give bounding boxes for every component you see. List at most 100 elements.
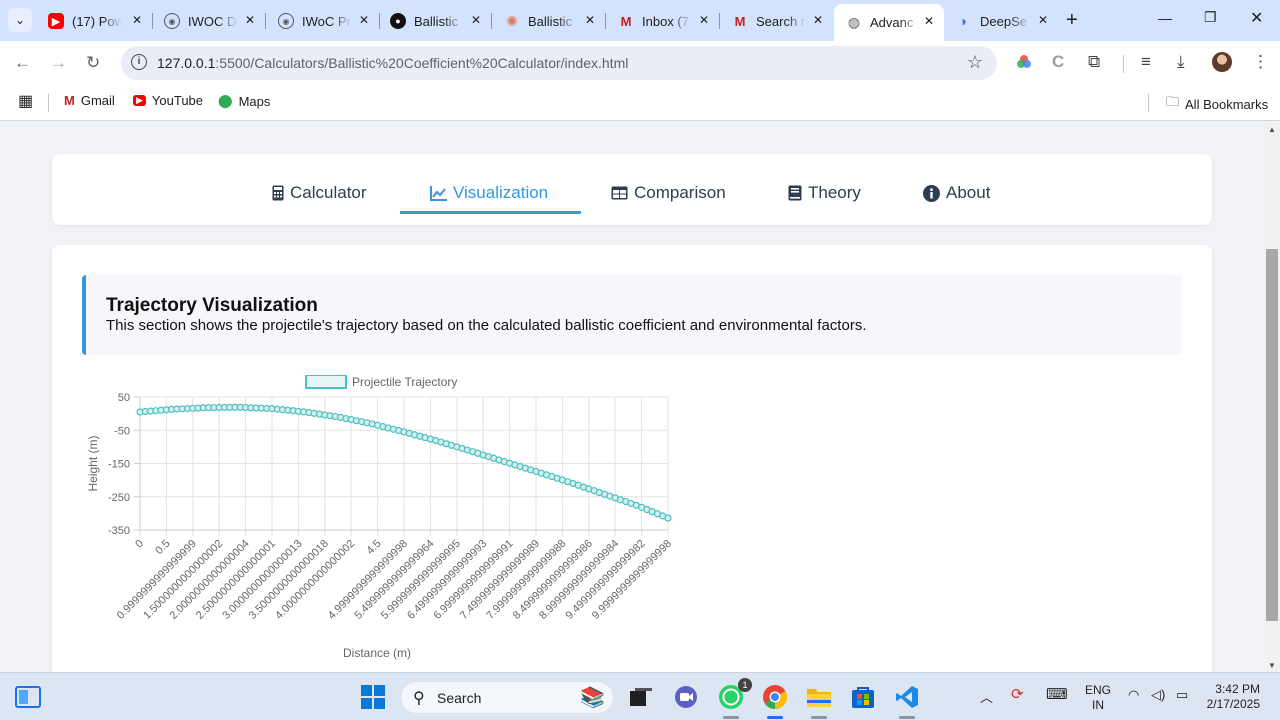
- y-axis-title: Height (m): [86, 435, 100, 491]
- url-text[interactable]: 127.0.0.1:5500/Calculators/Ballistic%20C…: [157, 55, 628, 71]
- trajectory-point: [664, 514, 672, 522]
- profile-avatar[interactable]: [1212, 52, 1232, 72]
- close-icon[interactable]: ✕: [1038, 13, 1048, 27]
- browser-tab[interactable]: ✺ Ballistic ✕: [492, 6, 605, 36]
- close-icon[interactable]: ✕: [699, 13, 709, 27]
- calculator-nav: Calculator Visualization Comparison Theo…: [52, 154, 1212, 225]
- reload-button[interactable]: ↻: [86, 53, 100, 73]
- widgets-icon[interactable]: [15, 684, 41, 710]
- scrollbar-thumb[interactable]: [1266, 249, 1278, 621]
- bookmark-maps[interactable]: ⬤ Maps: [218, 93, 270, 109]
- bookmark-gmail[interactable]: M Gmail: [64, 93, 115, 108]
- info-icon: [923, 184, 940, 202]
- close-icon[interactable]: ✕: [924, 14, 934, 28]
- tab-comparison[interactable]: Comparison: [611, 178, 726, 208]
- arrow-left-icon: ←: [14, 53, 31, 72]
- file-explorer-icon[interactable]: [806, 684, 832, 710]
- page-viewport: Calculator Visualization Comparison Theo…: [0, 121, 1264, 672]
- youtube-icon: ▶: [133, 95, 146, 106]
- close-icon[interactable]: ✕: [813, 13, 823, 27]
- browser-tab[interactable]: M Search r ✕: [720, 6, 833, 36]
- tab-about[interactable]: About: [923, 178, 990, 208]
- y-tick-label: 50: [118, 392, 130, 404]
- vscode-icon[interactable]: [894, 684, 920, 710]
- scroll-down-icon[interactable]: ▼: [1268, 661, 1276, 670]
- page-scrollbar[interactable]: ▲ ▼: [1264, 121, 1280, 672]
- all-bookmarks-button[interactable]: 🗀 All Bookmarks: [1166, 93, 1268, 115]
- section-intro: Trajectory Visualization This section sh…: [82, 275, 1182, 355]
- y-tick-label: -350: [108, 525, 130, 537]
- browser-tab[interactable]: ◗ DeepSe ✕: [944, 6, 1058, 36]
- chevron-down-icon: ⌄: [14, 13, 26, 27]
- close-icon[interactable]: ✕: [132, 13, 142, 27]
- extensions-puzzle-icon[interactable]: ⧉: [1088, 52, 1100, 72]
- section-title: Trajectory Visualization: [106, 295, 318, 316]
- close-icon[interactable]: ✕: [359, 13, 369, 27]
- window-close-button[interactable]: ✕: [1250, 8, 1263, 28]
- tab-calculator[interactable]: Calculator: [272, 178, 367, 208]
- extension-c-icon[interactable]: C: [1052, 52, 1064, 72]
- browser-tab[interactable]: ▶ (17) Pow ✕: [36, 6, 152, 36]
- reload-icon: ↻: [86, 53, 101, 72]
- wifi-icon[interactable]: ◠: [1128, 687, 1139, 703]
- address-bar[interactable]: i 127.0.0.1:5500/Calculators/Ballistic%2…: [121, 46, 997, 80]
- search-highlight-icon: 📚: [580, 687, 605, 709]
- table-icon: [611, 186, 628, 200]
- restore-button[interactable]: ❐: [1204, 9, 1217, 26]
- tray-overflow-icon[interactable]: ︿: [980, 687, 993, 706]
- x-tick-label: 4.5: [364, 538, 383, 557]
- tab-search-button[interactable]: ⌄: [8, 8, 32, 32]
- keyboard-icon[interactable]: ⌨: [1046, 685, 1068, 703]
- site-info-icon[interactable]: i: [131, 54, 147, 70]
- close-icon[interactable]: ✕: [471, 13, 481, 27]
- notification-badge: 1: [738, 678, 752, 692]
- browser-tab[interactable]: ◉ IWoC Pr ✕: [266, 6, 379, 36]
- new-tab-button[interactable]: +: [1066, 9, 1078, 32]
- minimize-button[interactable]: —: [1158, 10, 1172, 26]
- whatsapp-icon[interactable]: 1: [718, 678, 752, 710]
- gmail-icon: M: [734, 13, 746, 29]
- browser-tab-active[interactable]: ◍ Advanc ✕: [834, 4, 944, 41]
- volume-icon[interactable]: ◁): [1151, 687, 1165, 703]
- active-tab-underline: [400, 211, 581, 214]
- github-octocat-icon: ◉: [164, 13, 180, 29]
- github-icon: ●: [390, 13, 406, 29]
- apps-grid-icon[interactable]: ▦: [18, 91, 33, 111]
- microsoft-store-icon[interactable]: [850, 684, 876, 710]
- back-button[interactable]: ←: [14, 53, 31, 73]
- tab-strip: ⌄ ▶ (17) Pow ✕ ◉ IWOC D ✕ ◉ IWoC Pr ✕ ● …: [0, 0, 1280, 41]
- scroll-up-icon[interactable]: ▲: [1268, 125, 1276, 134]
- download-icon[interactable]: ⤓: [1177, 52, 1185, 72]
- browser-tab[interactable]: ◉ IWOC D ✕: [152, 6, 265, 36]
- battery-icon[interactable]: ▭: [1176, 687, 1188, 703]
- forward-button[interactable]: →: [50, 53, 67, 73]
- calculator-icon: [272, 185, 284, 201]
- bookmark-star-icon[interactable]: ☆: [967, 52, 983, 73]
- more-menu-icon[interactable]: ⋮: [1252, 52, 1269, 72]
- browser-tab[interactable]: M Inbox (7 ✕: [606, 6, 719, 36]
- meet-icon[interactable]: [673, 684, 699, 710]
- color-extension-icon[interactable]: [1015, 53, 1033, 76]
- taskbar-search[interactable]: ⚲ Search 📚: [400, 681, 614, 714]
- close-icon[interactable]: ✕: [585, 13, 595, 27]
- legend-swatch: [305, 375, 347, 389]
- tab-theory[interactable]: Theory: [788, 178, 861, 208]
- language-indicator[interactable]: ENG IN: [1085, 683, 1111, 713]
- start-button[interactable]: [360, 684, 386, 710]
- trajectory-chart[interactable]: Projectile Trajectory 50 -50 -150 -250 -3500 0…: [82, 375, 682, 672]
- media-control-icon[interactable]: ≡: [1141, 52, 1151, 72]
- task-view-icon[interactable]: [628, 684, 654, 710]
- close-icon[interactable]: ✕: [245, 13, 255, 27]
- chrome-icon[interactable]: [762, 684, 788, 710]
- sync-icon[interactable]: ⟳: [1011, 685, 1024, 703]
- arrow-right-icon: →: [50, 53, 67, 72]
- browser-tab[interactable]: ● Ballistic ✕: [378, 6, 491, 36]
- bookmark-youtube[interactable]: ▶ YouTube: [133, 93, 203, 108]
- tab-visualization[interactable]: Visualization: [430, 178, 548, 208]
- bookmarks-bar: ▦ M Gmail ▶ YouTube ⬤ Maps 🗀 All Bookmarks: [0, 86, 1280, 121]
- line-chart-icon: [430, 185, 447, 201]
- system-clock[interactable]: 3:42 PM 2/17/2025: [1204, 682, 1260, 712]
- x-tick-label: 0.5: [153, 538, 172, 557]
- legend-label: Projectile Trajectory: [352, 375, 457, 389]
- visualization-panel: Trajectory Visualization This section sh…: [52, 245, 1212, 672]
